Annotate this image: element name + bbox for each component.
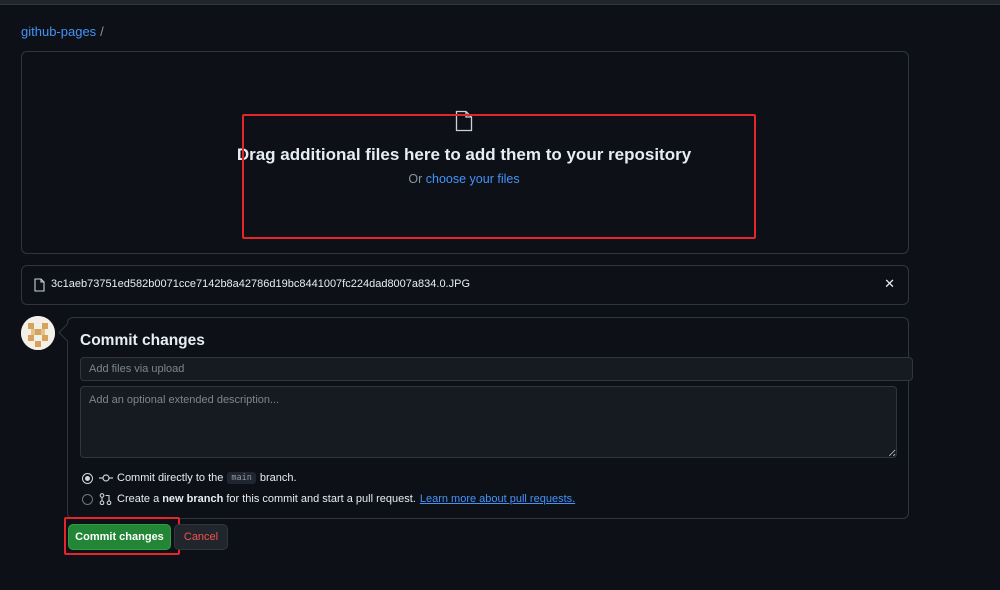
new-branch-option[interactable]: Create a new branch for this commit and … (82, 491, 575, 507)
new-branch-text-bold: new branch (162, 493, 224, 505)
commit-form: Commit changes Commit directly to the ma… (58, 317, 913, 519)
dropzone-title: Drag additional files here to add them t… (236, 145, 692, 164)
cancel-button[interactable]: Cancel (174, 524, 228, 550)
commit-summary-input[interactable] (80, 357, 913, 381)
commit-description-input[interactable] (80, 386, 897, 458)
learn-more-pull-requests-link[interactable]: Learn more about pull requests. (420, 493, 575, 505)
new-branch-text-post: for this commit and start a pull request… (226, 493, 416, 505)
commit-title: Commit changes (80, 332, 205, 349)
top-border (0, 0, 1000, 5)
avatar[interactable] (21, 316, 55, 350)
breadcrumb-repo-link[interactable]: github-pages (21, 24, 96, 39)
commit-changes-button[interactable]: Commit changes (68, 524, 171, 550)
file-icon (34, 278, 45, 292)
dropzone-subtitle: Or choose your files (0, 172, 928, 186)
identicon-avatar-icon (21, 316, 55, 350)
branch-name-badge: main (227, 472, 256, 484)
commit-direct-text-pre: Commit directly to the (117, 472, 224, 484)
uploaded-file-name: 3c1aeb73751ed582b0071cce7142b8a42786d19b… (51, 278, 471, 290)
file-icon (455, 110, 473, 132)
commit-form-pointer (58, 323, 77, 342)
breadcrumb-separator: / (100, 24, 104, 39)
remove-file-close-icon[interactable]: ✕ (884, 276, 895, 292)
choose-files-link[interactable]: choose your files (426, 172, 520, 186)
uploaded-file-row: 3c1aeb73751ed582b0071cce7142b8a42786d19b… (21, 265, 909, 305)
breadcrumb: github-pages / (21, 24, 104, 39)
new-branch-radio[interactable] (82, 493, 93, 505)
commit-direct-option[interactable]: Commit directly to the main branch. (82, 470, 297, 486)
git-pull-request-icon (99, 493, 112, 505)
new-branch-text-pre: Create a (117, 493, 160, 505)
dropzone-or-text: Or (408, 172, 423, 186)
commit-direct-text-post: branch. (259, 472, 297, 484)
git-commit-icon (99, 474, 113, 482)
commit-direct-radio[interactable] (82, 472, 93, 484)
